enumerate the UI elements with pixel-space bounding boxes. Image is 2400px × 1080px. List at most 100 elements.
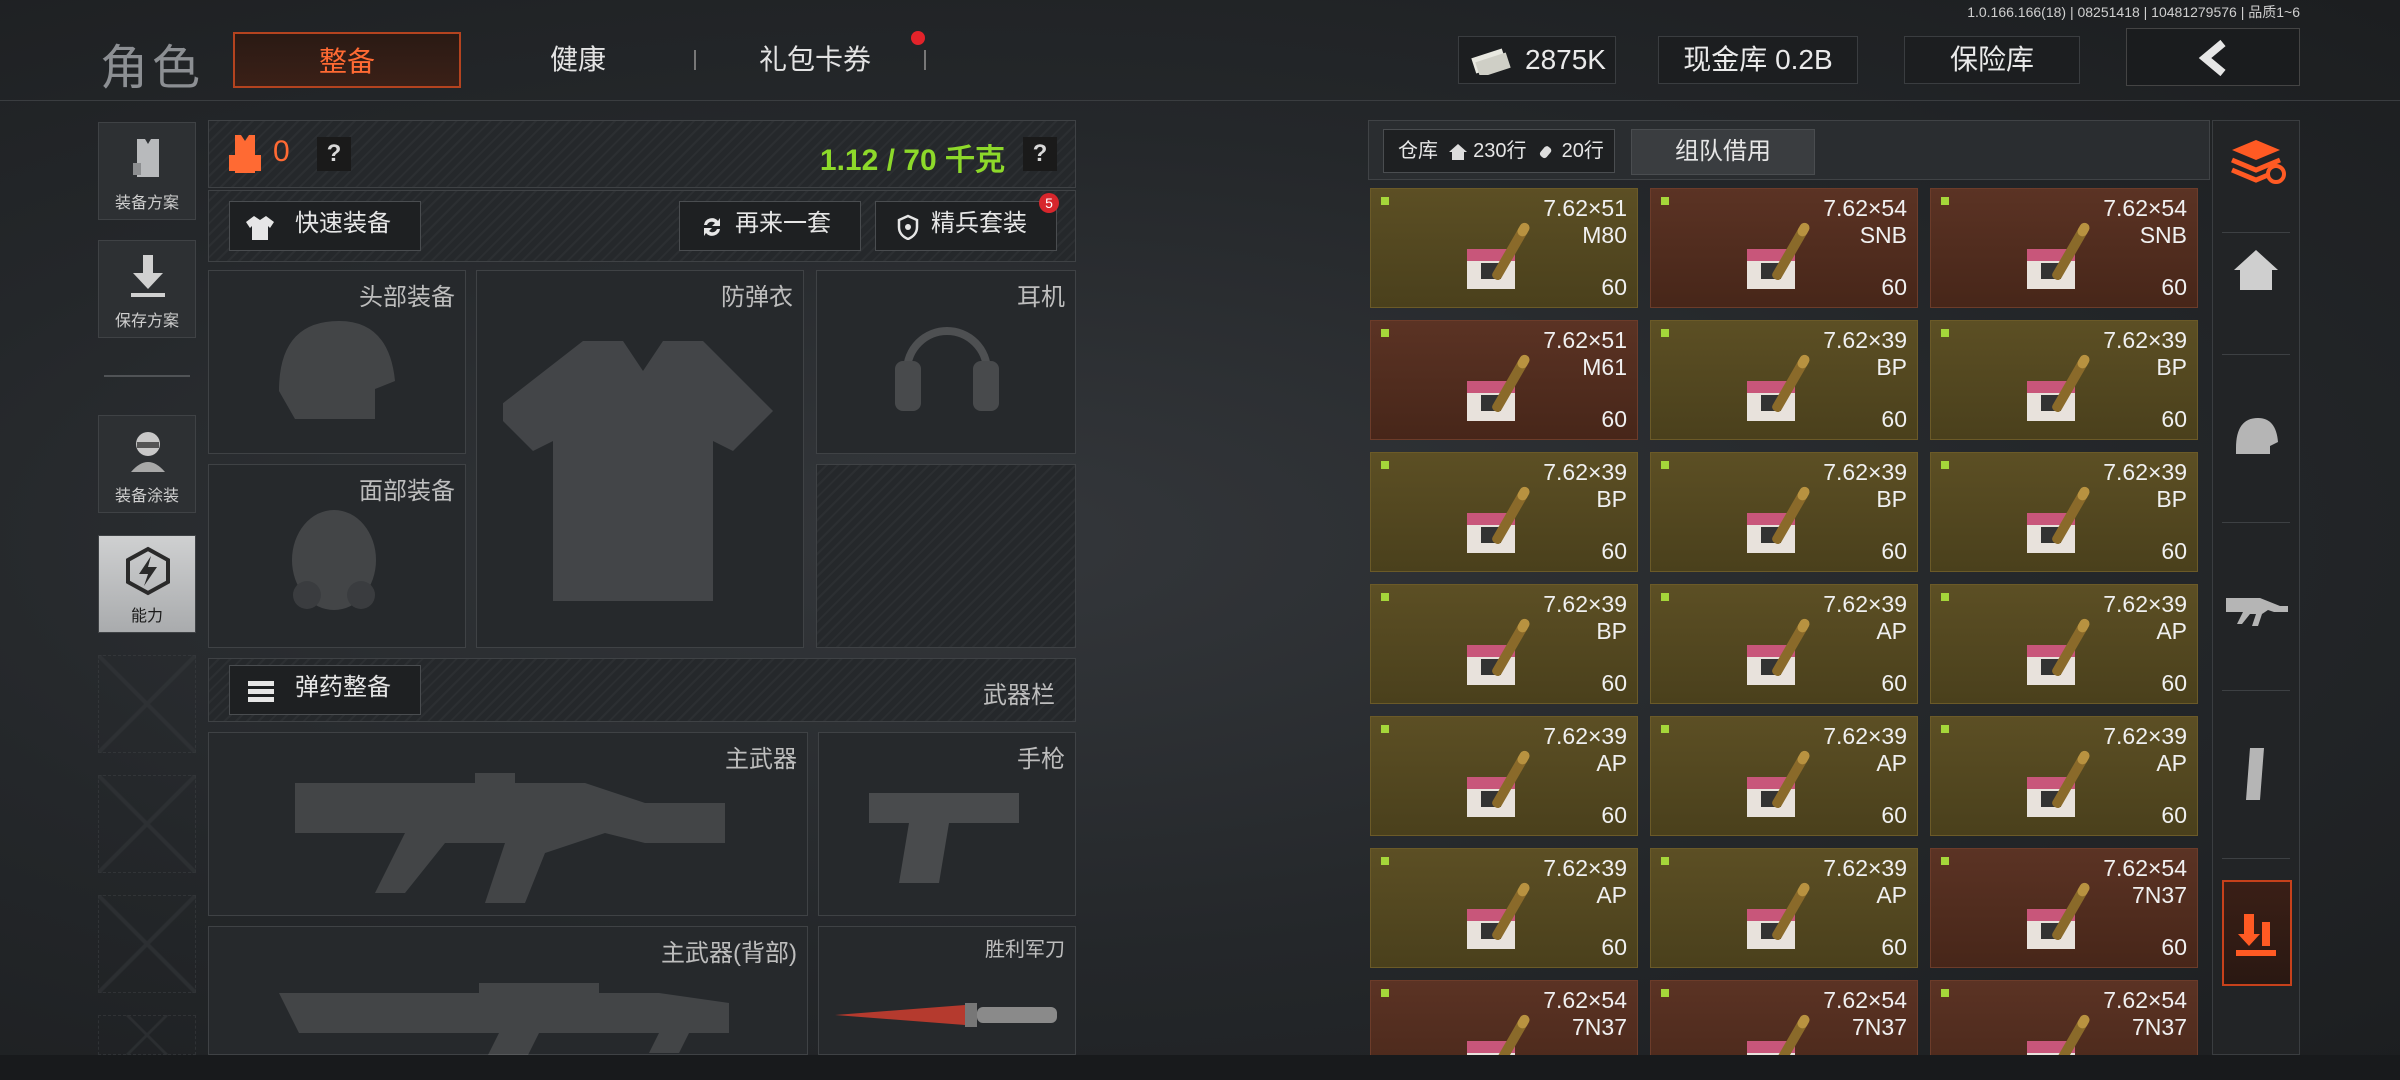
inventory-item[interactable]: 7.62×39 BP 60 xyxy=(1930,452,2198,572)
ammo-box-icon xyxy=(2027,486,2090,553)
ammo-quantity: 60 xyxy=(1601,538,1627,564)
ammo-box-icon xyxy=(1747,750,1810,817)
head-gear-slot[interactable]: 头部装备 xyxy=(208,270,466,454)
warehouse-capacity-button[interactable]: 仓库 230行 20行 xyxy=(1383,129,1615,173)
ammo-caliber: 7.62×54 xyxy=(1543,987,1627,1013)
locked-slot xyxy=(816,464,1076,648)
team-borrow-button[interactable]: 组队借用 xyxy=(1631,129,1815,175)
face-gear-slot[interactable]: 面部装备 xyxy=(208,464,466,648)
ammo-caliber: 7.62×39 xyxy=(1823,591,1907,617)
sort-stack-icon[interactable] xyxy=(2222,126,2290,194)
inventory-item[interactable]: 7.62×39 BP 60 xyxy=(1930,320,2198,440)
ammo-box-icon xyxy=(1747,486,1810,553)
ammo-type: BP xyxy=(1876,354,1907,380)
inventory-item[interactable]: 7.62×39 AP 60 xyxy=(1930,584,2198,704)
body-armor-icon xyxy=(503,341,773,601)
ammo-type: BP xyxy=(2156,486,2187,512)
ammo-type: AP xyxy=(1876,882,1907,908)
save-download-icon xyxy=(131,255,165,297)
another-set-button[interactable]: 再来一套 xyxy=(679,201,861,251)
magazine-icon[interactable] xyxy=(2222,740,2290,808)
quality-indicator xyxy=(1381,989,1389,997)
quality-indicator xyxy=(1381,461,1389,469)
inventory-item[interactable]: 7.62×39 AP 60 xyxy=(1650,716,1918,836)
inventory-item[interactable]: 7.62×54 SNB 60 xyxy=(1650,188,1918,308)
quality-indicator xyxy=(1381,329,1389,337)
quick-equip-button[interactable]: 快速装备 xyxy=(229,201,421,251)
ammo-box-icon xyxy=(2027,1014,2090,1055)
elite-set-button[interactable]: 精兵套装 xyxy=(875,201,1057,251)
ammo-caliber: 7.62×39 xyxy=(1543,591,1627,617)
inventory-item[interactable]: 7.62×39 AP 60 xyxy=(1930,716,2198,836)
inventory-item[interactable]: 7.62×39 AP 60 xyxy=(1650,848,1918,968)
rbar-divider xyxy=(2222,354,2290,355)
inventory-item[interactable]: 7.62×54 7N37 60 xyxy=(1930,848,2198,968)
sidebar-save-plan[interactable]: 保存方案 xyxy=(98,240,196,338)
inventory-item[interactable]: 7.62×51 M80 60 xyxy=(1370,188,1638,308)
ammo-caliber: 7.62×39 xyxy=(2103,723,2187,749)
ammo-quantity: 60 xyxy=(2161,406,2187,432)
rifle-icon[interactable] xyxy=(2222,572,2290,640)
earphone-slot[interactable]: 耳机 xyxy=(816,270,1076,454)
quality-indicator xyxy=(1661,197,1669,205)
ammo-caliber: 7.62×39 xyxy=(2103,459,2187,485)
inventory-item[interactable]: 7.62×39 AP 60 xyxy=(1650,584,1918,704)
ammo-quantity: 60 xyxy=(1601,274,1627,300)
ammo-type: BP xyxy=(1596,486,1627,512)
ammo-type: AP xyxy=(1876,618,1907,644)
sidebar-label: 装备方案 xyxy=(114,195,179,212)
tab-gift-coupons[interactable]: 礼包卡券 xyxy=(710,32,920,88)
ammo-box-icon xyxy=(1747,1014,1810,1055)
pistol-slot[interactable]: 手枪 xyxy=(818,732,1076,916)
sidebar-equip-skin[interactable]: 装备涂装 xyxy=(98,415,196,513)
armor-help-button[interactable]: ? xyxy=(317,137,351,171)
ammo-caliber: 7.62×54 xyxy=(2103,855,2187,881)
tab-loadout[interactable]: 整备 xyxy=(233,32,461,88)
back-weapon-slot[interactable]: 主武器(背部) xyxy=(208,926,808,1063)
ammo-box-icon xyxy=(2027,618,2090,685)
inventory-item[interactable]: 7.62×51 M61 60 xyxy=(1370,320,1638,440)
inventory-item[interactable]: 7.62×54 7N37 xyxy=(1650,980,1918,1055)
primary-weapon-slot[interactable]: 主武器 xyxy=(208,732,808,916)
inventory-item[interactable]: 7.62×54 7N37 xyxy=(1930,980,2198,1055)
sidebar-label: 能力 xyxy=(130,608,163,625)
home-icon[interactable] xyxy=(2222,236,2290,304)
sidebar-loadout-plan[interactable]: 装备方案 xyxy=(98,122,196,220)
elite-set-label: 精兵套装 xyxy=(931,210,1027,237)
melee-slot[interactable]: 胜利军刀 xyxy=(818,926,1076,1055)
tab-health[interactable]: 健康 xyxy=(470,32,686,88)
headset-icon xyxy=(895,327,999,411)
quality-indicator xyxy=(1941,725,1949,733)
inventory-item[interactable]: 7.62×39 BP 60 xyxy=(1370,452,1638,572)
sidebar-ability[interactable]: 能力 xyxy=(98,535,196,633)
chevron-left-icon xyxy=(2198,39,2226,77)
helmet-icon[interactable] xyxy=(2222,404,2290,472)
ammo-equip-button[interactable]: 弹药整备 xyxy=(229,665,421,715)
tab-divider xyxy=(694,50,696,70)
ammo-box-icon xyxy=(2027,750,2090,817)
ammo-box-icon xyxy=(2027,222,2090,289)
cash-vault-button[interactable]: 现金库 0.2B xyxy=(1658,36,1858,84)
inventory-item[interactable]: 7.62×54 SNB 60 xyxy=(1930,188,2198,308)
ammo-box-icon xyxy=(1467,1014,1530,1055)
inventory-item[interactable]: 7.62×39 AP 60 xyxy=(1370,848,1638,968)
body-armor-slot[interactable]: 防弹衣 xyxy=(476,270,804,648)
rbar-divider xyxy=(2222,522,2290,523)
assault-rifle-icon xyxy=(295,773,725,903)
inventory-item[interactable]: 7.62×39 AP 60 xyxy=(1370,716,1638,836)
ammo-quantity: 60 xyxy=(1881,802,1907,828)
back-button[interactable] xyxy=(2126,28,2300,86)
inventory-item[interactable]: 7.62×39 BP 60 xyxy=(1650,320,1918,440)
weight-help-button[interactable]: ? xyxy=(1023,137,1057,171)
slot-label: 手枪 xyxy=(1017,746,1065,773)
inventory-item[interactable]: 7.62×39 BP 60 xyxy=(1650,452,1918,572)
inventory-item[interactable]: 7.62×54 7N37 xyxy=(1370,980,1638,1055)
inventory-item[interactable]: 7.62×39 BP 60 xyxy=(1370,584,1638,704)
ammo-icon xyxy=(248,681,274,702)
another-set-label: 再来一套 xyxy=(735,210,831,237)
warehouse-transfer-button[interactable] xyxy=(2222,880,2292,986)
ammo-type: 7N37 xyxy=(1852,1014,1907,1040)
insurance-vault-button[interactable]: 保险库 xyxy=(1904,36,2080,84)
quality-indicator xyxy=(1941,461,1949,469)
slot-label: 胜利军刀 xyxy=(985,939,1065,961)
